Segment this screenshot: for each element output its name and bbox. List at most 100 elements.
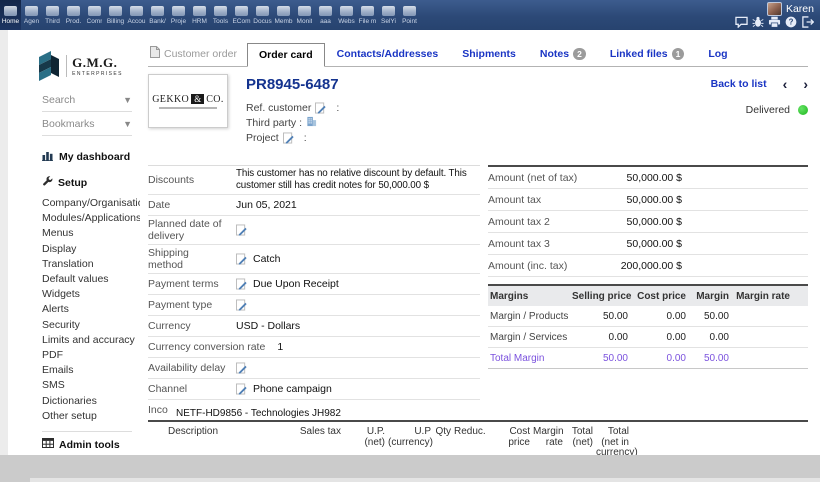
sidebar-link[interactable]: Alerts <box>42 302 132 317</box>
page-title: PR8945-6487 <box>246 76 339 93</box>
amount-value: 50,000.00 $ <box>616 238 682 250</box>
search-dropdown[interactable]: Search ▼ <box>42 88 132 112</box>
prev-arrow[interactable]: ‹ <box>783 79 788 89</box>
object-type-label: Customer order <box>150 46 237 61</box>
menubar-item[interactable]: Point <box>399 0 420 30</box>
field-value: Catch <box>253 253 280 265</box>
sidebar-link[interactable]: Other setup <box>42 409 132 424</box>
menu-item-icon <box>340 6 353 16</box>
menubar-item[interactable]: File m <box>357 0 378 30</box>
edit-icon[interactable] <box>236 362 247 374</box>
bookmarks-dropdown[interactable]: Bookmarks ▼ <box>42 112 132 136</box>
amount-value: 200,000.00 $ <box>616 260 682 272</box>
chevron-down-icon: ▼ <box>123 95 132 105</box>
sidebar-section-admin-tools[interactable]: Admin tools <box>42 431 132 455</box>
sidebar-link[interactable]: Emails <box>42 363 132 378</box>
sidebar-section-setup[interactable]: Setup <box>42 176 132 190</box>
third-party-row: Third party : <box>246 115 339 130</box>
bug-icon[interactable] <box>752 16 764 28</box>
help-icon[interactable]: ? <box>785 16 797 28</box>
field-row: Shipping method Catch <box>148 245 480 274</box>
menubar-item[interactable]: Home <box>0 0 21 30</box>
menubar-item[interactable]: Prod. <box>63 0 84 30</box>
menubar-item[interactable]: Memb <box>273 0 294 30</box>
edit-icon[interactable] <box>236 278 247 290</box>
logo-subtitle: ENTERPRISES <box>72 71 123 77</box>
menubar-item[interactable]: Third <box>42 0 63 30</box>
sidebar-link[interactable]: Limits and accuracy <box>42 333 132 348</box>
menubar-item[interactable]: aaa <box>315 0 336 30</box>
menubar-item[interactable]: Tools <box>210 0 231 30</box>
sidebar-link[interactable]: Translation <box>42 257 132 272</box>
chat-icon[interactable] <box>735 16 748 28</box>
edit-icon[interactable] <box>236 299 247 311</box>
field-row: Payment type <box>148 295 480 316</box>
field-row: Payment terms Due Upon Receipt <box>148 274 480 295</box>
menubar-item[interactable]: Webs <box>336 0 357 30</box>
menubar-item[interactable]: Accou <box>126 0 147 30</box>
bottom-scrollbar[interactable] <box>30 478 820 482</box>
sidebar-link[interactable]: Company/Organisation <box>42 195 132 211</box>
column-header: Cost price <box>486 427 533 448</box>
sidebar-link[interactable]: Default values <box>42 272 132 287</box>
thirdparty-icon[interactable] <box>306 116 317 130</box>
menu-item-icon <box>46 6 59 16</box>
field-value: Phone campaign <box>253 383 332 395</box>
logout-icon[interactable] <box>801 16 814 28</box>
edit-icon[interactable] <box>283 132 294 144</box>
sidebar-link[interactable]: Modules/Applications <box>42 211 132 226</box>
menubar-item[interactable]: Bank/ <box>147 0 168 30</box>
sidebar-link[interactable]: Display <box>42 242 132 257</box>
menubar-item[interactable]: ECom <box>231 0 252 30</box>
menu-item-icon <box>277 6 290 16</box>
sidebar-link[interactable]: PDF <box>42 348 132 363</box>
edit-icon[interactable] <box>236 383 247 395</box>
sidebar-link[interactable]: Security <box>42 318 132 333</box>
menubar-item[interactable]: Monit <box>294 0 315 30</box>
field-row: Currency USD - Dollars <box>148 316 480 337</box>
user-avatar[interactable] <box>767 2 782 16</box>
back-to-list-link[interactable]: Back to list <box>711 78 767 90</box>
tab[interactable]: Order card <box>247 43 325 67</box>
menu-item-icon <box>172 6 185 16</box>
menu-item-icon <box>4 6 17 16</box>
column-header: Qty <box>434 427 454 438</box>
menu-item-icon <box>361 6 374 16</box>
sidebar-link[interactable]: Dictionaries <box>42 394 132 409</box>
next-arrow[interactable]: › <box>803 79 808 89</box>
logo-mark <box>37 51 61 81</box>
tab[interactable]: Contacts/Addresses <box>325 42 451 66</box>
sidebar-link[interactable]: Widgets <box>42 287 132 302</box>
menubar-item[interactable]: Comr <box>84 0 105 30</box>
bookmarks-label: Bookmarks <box>42 118 95 130</box>
menubar-item[interactable]: Docus <box>252 0 273 30</box>
menu-item-icon <box>256 6 269 16</box>
menubar-item[interactable]: Billing <box>105 0 126 30</box>
sidebar-link[interactable]: SMS <box>42 378 132 393</box>
edit-icon[interactable] <box>315 102 326 114</box>
margin-row: Margin / Products 50.00 0.00 50.00 <box>488 306 808 327</box>
menu-item-icon <box>25 6 38 16</box>
menubar-item[interactable]: Agen <box>21 0 42 30</box>
menubar-item[interactable]: Proje <box>168 0 189 30</box>
amounts-table: Amount (net of tax) 50,000.00 $ Amount t… <box>488 165 808 277</box>
thirdparty-logo[interactable]: GEKKO & CO. <box>148 74 228 128</box>
setup-menu: Company/Organisation Modules/Application… <box>42 195 132 424</box>
tab[interactable]: Log <box>696 42 739 66</box>
print-icon[interactable] <box>768 16 781 28</box>
menubar-item[interactable]: SelYi <box>378 0 399 30</box>
order-lines-table: Description Sales tax U.P. (net) U.P (cu… <box>148 420 808 455</box>
tab[interactable]: Linked files 1 <box>598 42 697 66</box>
sidebar-link[interactable]: Menus <box>42 226 132 241</box>
edit-icon[interactable] <box>236 224 247 236</box>
column-header: Reduc. <box>454 427 486 438</box>
amount-row: Amount tax 2 50,000.00 $ <box>488 211 808 233</box>
svg-text:?: ? <box>789 18 794 27</box>
tab[interactable]: Shipments <box>450 42 528 66</box>
admin-tools-icon <box>42 438 54 451</box>
menubar-item[interactable]: HRM <box>189 0 210 30</box>
tab[interactable]: Notes 2 <box>528 42 598 66</box>
margins-table: Margins Selling price Cost price Margin … <box>488 284 808 369</box>
sidebar-item-dashboard[interactable]: My dashboard <box>42 150 132 164</box>
edit-icon[interactable] <box>236 253 247 265</box>
